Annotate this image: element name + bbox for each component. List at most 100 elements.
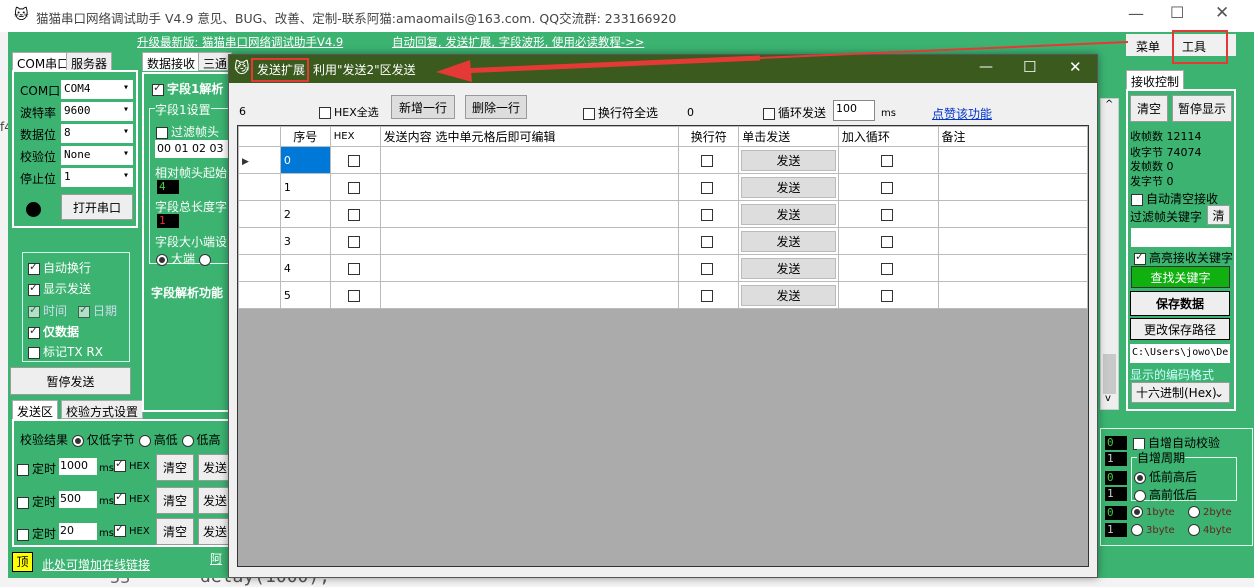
high-first-radio[interactable]: 高前低后: [1134, 486, 1197, 503]
row-content-cell[interactable]: [379, 281, 680, 309]
table-row[interactable]: 3 发送: [238, 227, 1089, 255]
minimize-button[interactable]: —: [1128, 4, 1144, 23]
row-newline-checkbox[interactable]: [678, 200, 740, 228]
3byte-radio[interactable]: 3byte: [1131, 524, 1175, 536]
row-header[interactable]: [238, 173, 281, 201]
1byte-radio[interactable]: 1byte: [1131, 506, 1175, 518]
table-row[interactable]: 4 发送: [238, 254, 1089, 282]
row-send-button[interactable]: 发送: [741, 257, 836, 279]
row-id-cell[interactable]: 4: [279, 254, 331, 282]
dialog-minimize-button[interactable]: —: [979, 59, 993, 75]
row-hex-checkbox[interactable]: [329, 146, 381, 174]
row-loop-checkbox[interactable]: [837, 254, 939, 282]
row-send-button[interactable]: 发送: [741, 203, 836, 225]
like-link[interactable]: 点赞该功能: [932, 105, 992, 122]
clear-receive-button[interactable]: 清空: [1130, 95, 1168, 122]
date-checkbox[interactable]: 日期: [78, 302, 117, 319]
row-note-cell[interactable]: [937, 200, 1089, 228]
online-link[interactable]: 此处可增加在线链接: [42, 556, 150, 573]
row-id-cell[interactable]: 5: [279, 281, 331, 309]
dialog-close-button[interactable]: ✕: [1069, 58, 1082, 76]
row-send-button[interactable]: 发送: [741, 230, 836, 252]
row-newline-checkbox[interactable]: [678, 173, 740, 201]
stopbits-select[interactable]: 1: [61, 168, 133, 187]
low-byte-radio[interactable]: [71, 434, 84, 447]
clear-button[interactable]: 清空: [156, 454, 194, 481]
upgrade-link[interactable]: 升级最新版: 猫猫串口网络调试助手V4.9: [137, 34, 343, 50]
row-note-cell[interactable]: [937, 173, 1089, 201]
filter-keyword-input[interactable]: [1131, 228, 1231, 247]
hex-all-checkbox[interactable]: HEX全选: [319, 104, 379, 120]
high-low-radio[interactable]: [138, 434, 151, 447]
send-button[interactable]: 发送: [198, 454, 232, 481]
save-path-field[interactable]: C:\Users\jowo\De: [1130, 344, 1230, 363]
big-endian-radio[interactable]: 大端: [156, 250, 214, 267]
hex-checkbox[interactable]: HEX: [114, 457, 150, 472]
mark-txrx-checkbox[interactable]: 标记TX RX: [28, 343, 103, 360]
timer-input[interactable]: 20: [59, 523, 97, 540]
row-hex-checkbox[interactable]: [329, 173, 381, 201]
row-loop-checkbox[interactable]: [837, 227, 939, 255]
row-header[interactable]: [238, 227, 281, 255]
tab-data-receive[interactable]: 数据接收: [142, 52, 201, 71]
tab-com[interactable]: COM串口: [12, 52, 75, 71]
field1-parse-checkbox[interactable]: 字段1解析: [152, 80, 223, 97]
table-row[interactable]: ▶ 0 发送: [238, 146, 1089, 174]
row-loop-checkbox[interactable]: [837, 173, 939, 201]
table-row[interactable]: 2 发送: [238, 200, 1089, 228]
encoding-select[interactable]: 十六进制(Hex) ⌄: [1131, 382, 1230, 403]
hex-checkbox[interactable]: HEX: [114, 490, 150, 505]
change-path-button[interactable]: 更改保存路径: [1130, 318, 1230, 340]
pause-display-button[interactable]: 暂停显示: [1172, 95, 1232, 122]
tab-check-settings[interactable]: 校验方式设置: [61, 400, 144, 419]
timer-input[interactable]: 500: [59, 491, 97, 508]
row-newline-checkbox[interactable]: [678, 281, 740, 309]
row-loop-checkbox[interactable]: [837, 146, 939, 174]
hex-checkbox[interactable]: HEX: [114, 522, 150, 537]
row-id-cell[interactable]: 2: [279, 200, 331, 228]
rel-start-value[interactable]: 4: [157, 180, 179, 194]
tab-three[interactable]: 三通: [198, 52, 233, 71]
row-send-button[interactable]: 发送: [741, 284, 836, 306]
parity-select[interactable]: None: [61, 146, 133, 165]
row-hex-checkbox[interactable]: [329, 281, 381, 309]
send-button[interactable]: 发送: [198, 487, 232, 514]
pause-send-button[interactable]: 暂停发送: [10, 367, 131, 395]
clear-button[interactable]: 清空: [156, 487, 194, 514]
row-header[interactable]: ▶: [238, 146, 281, 174]
tab-server[interactable]: 服务器: [66, 52, 113, 71]
delete-row-button[interactable]: 删除一行: [465, 95, 527, 119]
send-button[interactable]: 发送: [198, 518, 232, 545]
row-loop-checkbox[interactable]: [837, 281, 939, 309]
frame-head-input[interactable]: 00 01 02 03: [155, 140, 231, 158]
close-button[interactable]: ✕: [1215, 3, 1229, 23]
menu-button[interactable]: 菜单: [1136, 38, 1160, 55]
2byte-radio[interactable]: 2byte: [1188, 506, 1232, 518]
row-note-cell[interactable]: [937, 281, 1089, 309]
add-row-button[interactable]: 新增一行: [391, 95, 455, 119]
ali-link[interactable]: 阿: [210, 550, 222, 567]
clear-button[interactable]: 清空: [156, 518, 194, 545]
row-header[interactable]: [238, 200, 281, 228]
row-id-cell[interactable]: 0: [279, 146, 331, 174]
clear-filter-button[interactable]: 清: [1207, 205, 1230, 225]
row-content-cell[interactable]: [379, 146, 680, 174]
tab-receive-control[interactable]: 接收控制: [1126, 70, 1185, 89]
receive-scrollbar[interactable]: ^ v: [1100, 98, 1119, 410]
row-note-cell[interactable]: [937, 254, 1089, 282]
row-loop-checkbox[interactable]: [837, 200, 939, 228]
row-hex-checkbox[interactable]: [329, 227, 381, 255]
loop-interval-input[interactable]: 100: [833, 100, 875, 121]
row-newline-checkbox[interactable]: [678, 146, 740, 174]
baud-select[interactable]: 9600: [61, 102, 133, 121]
row-id-cell[interactable]: 1: [279, 173, 331, 201]
find-keyword-button[interactable]: 查找关键字: [1131, 266, 1230, 288]
pin-top-button[interactable]: 顶: [12, 552, 33, 572]
highlight-keyword-checkbox[interactable]: 高亮接收关键字: [1134, 249, 1233, 266]
show-send-checkbox[interactable]: 显示发送: [28, 280, 91, 297]
loop-send-checkbox[interactable]: 循环发送: [763, 104, 826, 121]
low-first-radio[interactable]: 低前高后: [1134, 468, 1197, 485]
row-content-cell[interactable]: [379, 173, 680, 201]
auto-clear-checkbox[interactable]: 自动清空接收: [1131, 190, 1218, 207]
field-length-value[interactable]: 1: [157, 214, 179, 228]
